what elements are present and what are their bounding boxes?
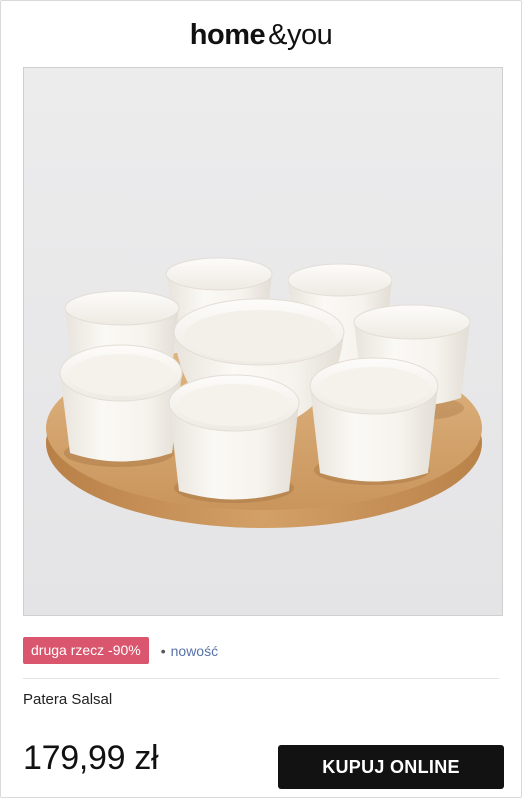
- promo-badge: druga rzecz -90%: [23, 637, 149, 664]
- product-tags: druga rzecz -90% • nowość: [23, 637, 218, 664]
- product-price: 179,99 zł: [23, 739, 159, 777]
- logo-part-ampersand: &: [268, 19, 287, 51]
- product-name[interactable]: Patera Salsal: [23, 691, 112, 708]
- buy-online-button[interactable]: KUPUJ ONLINE: [278, 745, 504, 789]
- tag-separator: •: [160, 642, 166, 659]
- logo-part-you: you: [286, 19, 333, 51]
- new-badge: nowość: [170, 642, 219, 659]
- logo-part-home: home: [189, 19, 266, 51]
- product-card[interactable]: home & you druga rzecz -90% • nowość Pat…: [0, 0, 522, 798]
- product-image[interactable]: [23, 67, 503, 616]
- divider: [23, 678, 499, 679]
- product-photo-illustration: [24, 68, 502, 615]
- brand-logo[interactable]: home & you: [1, 19, 521, 59]
